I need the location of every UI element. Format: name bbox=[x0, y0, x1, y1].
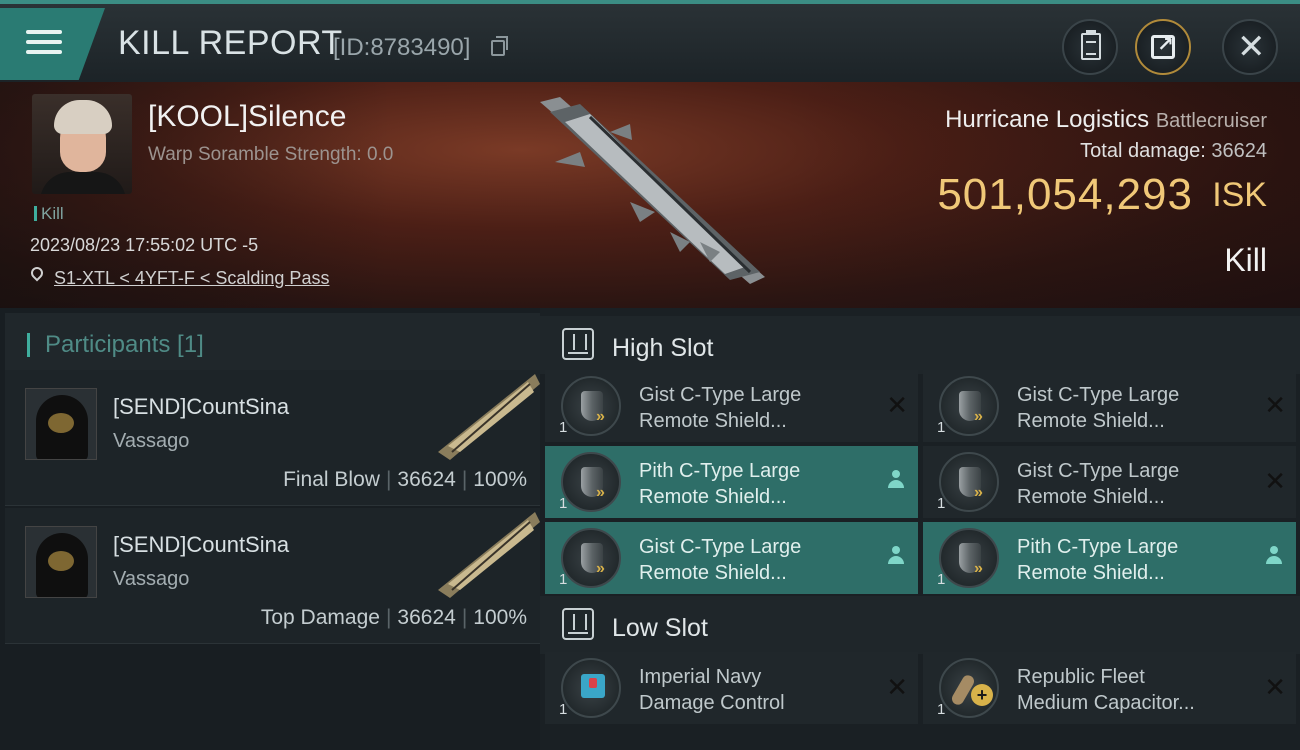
participant-name[interactable]: [SEND]CountSina bbox=[113, 532, 289, 558]
module-name: Pith C-Type Large Remote Shield... bbox=[1017, 536, 1179, 584]
participant-row[interactable]: [SEND]CountSina Vassago Top Damage | 36624… bbox=[5, 508, 540, 644]
victim-pilot-name[interactable]: [KOOL]Silence bbox=[148, 100, 346, 134]
share-button[interactable] bbox=[1135, 19, 1191, 75]
close-button[interactable]: ✕ bbox=[1222, 19, 1278, 75]
total-damage-label: Total damage: bbox=[1080, 140, 1206, 162]
participant-role: Top Damage bbox=[260, 606, 380, 629]
kill-location-link[interactable]: S1-XTL < 4YFT-F < Scalding Pass bbox=[54, 268, 329, 289]
shield-booster-icon: » bbox=[561, 452, 621, 512]
module-name: Gist C-Type Large Remote Shield... bbox=[1017, 384, 1180, 432]
module-item[interactable]: » 1 Gist C-Type Large Remote Shield... ✕ bbox=[923, 446, 1296, 518]
participant-avatar[interactable] bbox=[25, 388, 97, 460]
destroyed-x-icon: ✕ bbox=[1264, 466, 1286, 496]
module-item[interactable]: » 1 Gist C-Type Large Remote Shield... ✕ bbox=[923, 370, 1296, 442]
page-title: KILL REPORT bbox=[118, 24, 343, 62]
participants-title: Participants [1] bbox=[45, 331, 204, 358]
low-slot-header: Low Slot bbox=[540, 596, 1300, 654]
participant-avatar[interactable] bbox=[25, 526, 97, 598]
high-slot-icon bbox=[562, 328, 594, 360]
destroyed-x-icon: ✕ bbox=[1264, 390, 1286, 420]
dropped-person-icon bbox=[1266, 546, 1282, 566]
module-name: Imperial Navy Damage Control bbox=[639, 666, 785, 714]
dropped-person-icon bbox=[888, 546, 904, 566]
victim-ship-type[interactable]: Hurricane Logistics Battlecruiser bbox=[945, 106, 1267, 134]
participant-stats: Top Damage | 36624 | 100% bbox=[260, 606, 527, 629]
participant-damage: 36624 bbox=[397, 468, 456, 491]
participant-ship: Vassago bbox=[113, 430, 190, 452]
participant-row[interactable]: [SEND]CountSina Vassago Final Blow | 36624… bbox=[5, 370, 540, 506]
share-icon bbox=[1151, 32, 1175, 59]
victim-summary: [KOOL]Silence Warp Soramble Strength: 0.… bbox=[0, 82, 1300, 308]
copy-icon[interactable] bbox=[491, 36, 508, 56]
destroyed-x-icon: ✕ bbox=[886, 390, 908, 420]
kill-datetime: 2023/08/23 17:55:02 UTC -5 bbox=[30, 235, 259, 255]
participant-percent: 100% bbox=[473, 468, 527, 491]
hamburger-icon bbox=[26, 30, 62, 34]
ship-name: Hurricane Logistics bbox=[945, 106, 1150, 133]
shield-booster-icon: » bbox=[561, 376, 621, 436]
clipboard-icon bbox=[1081, 30, 1101, 60]
module-name: Gist C-Type Large Remote Shield... bbox=[1017, 460, 1180, 508]
module-item[interactable]: + 1 Republic Fleet Medium Capacitor... ✕ bbox=[923, 652, 1296, 724]
participant-ship: Vassago bbox=[113, 568, 190, 590]
module-name: Pith C-Type Large Remote Shield... bbox=[639, 460, 801, 508]
participant-role: Final Blow bbox=[283, 468, 380, 491]
title-bar: KILL REPORT [ID:8783490] ✕ bbox=[0, 0, 1300, 82]
shield-booster-icon: » bbox=[939, 452, 999, 512]
module-quantity: 1 bbox=[937, 571, 946, 588]
total-damage-value: 36624 bbox=[1211, 140, 1267, 162]
participant-damage: 36624 bbox=[397, 606, 456, 629]
isk-unit: ISK bbox=[1212, 176, 1267, 214]
module-quantity: 1 bbox=[559, 571, 568, 588]
victim-ship-image[interactable] bbox=[520, 92, 780, 292]
shield-booster-icon: » bbox=[561, 528, 621, 588]
warp-scramble-strength: Warp Soramble Strength: 0.0 bbox=[148, 144, 394, 165]
location-pin-icon bbox=[28, 264, 46, 282]
module-item[interactable]: » 1 Pith C-Type Large Remote Shield... bbox=[545, 446, 918, 518]
ship-class: Battlecruiser bbox=[1155, 110, 1267, 132]
shield-booster-icon: » bbox=[939, 376, 999, 436]
capacitor-icon: + bbox=[939, 658, 999, 718]
module-quantity: 1 bbox=[559, 419, 568, 436]
clipboard-button[interactable] bbox=[1062, 19, 1118, 75]
participant-ship-image[interactable] bbox=[430, 372, 540, 462]
participant-stats: Final Blow | 36624 | 100% bbox=[283, 468, 527, 491]
fitting-panel: High Slot » 1 Gist C-Type Large Remote Sh… bbox=[540, 308, 1300, 750]
module-name: Republic Fleet Medium Capacitor... bbox=[1017, 666, 1195, 714]
module-quantity: 1 bbox=[937, 419, 946, 436]
close-icon: ✕ bbox=[1237, 28, 1266, 66]
destroyed-x-icon: ✕ bbox=[886, 672, 908, 702]
damage-control-icon bbox=[561, 658, 621, 718]
module-quantity: 1 bbox=[559, 495, 568, 512]
shield-booster-icon: » bbox=[939, 528, 999, 588]
high-slot-title: High Slot bbox=[612, 334, 714, 362]
victim-portrait[interactable] bbox=[32, 94, 132, 194]
destroyed-x-icon: ✕ bbox=[1264, 672, 1286, 702]
isk-value: 501,054,293 bbox=[937, 170, 1193, 219]
module-item[interactable]: » 1 Gist C-Type Large Remote Shield... bbox=[545, 522, 918, 594]
module-quantity: 1 bbox=[937, 495, 946, 512]
high-slot-header: High Slot bbox=[540, 316, 1300, 374]
menu-button[interactable] bbox=[0, 8, 105, 80]
kill-tag: Kill bbox=[34, 204, 64, 224]
module-item[interactable]: » 1 Gist C-Type Large Remote Shield... ✕ bbox=[545, 370, 918, 442]
dropped-person-icon bbox=[888, 470, 904, 490]
module-quantity: 1 bbox=[559, 701, 568, 718]
participants-header: Participants [1] bbox=[5, 313, 540, 371]
low-slot-icon bbox=[562, 608, 594, 640]
module-item[interactable]: » 1 Pith C-Type Large Remote Shield... bbox=[923, 522, 1296, 594]
participant-name[interactable]: [SEND]CountSina bbox=[113, 394, 289, 420]
module-item[interactable]: 1 Imperial Navy Damage Control ✕ bbox=[545, 652, 918, 724]
participants-panel: Participants [1] [SEND]CountSina Vassago… bbox=[0, 308, 540, 750]
module-name: Gist C-Type Large Remote Shield... bbox=[639, 536, 802, 584]
result-label: Kill bbox=[1224, 242, 1267, 278]
low-slot-title: Low Slot bbox=[612, 614, 708, 642]
participant-ship-image[interactable] bbox=[430, 510, 540, 600]
report-id: [ID:8783490] bbox=[333, 34, 471, 61]
participant-percent: 100% bbox=[473, 606, 527, 629]
module-name: Gist C-Type Large Remote Shield... bbox=[639, 384, 802, 432]
module-quantity: 1 bbox=[937, 701, 946, 718]
total-damage: Total damage: 36624 bbox=[1080, 140, 1267, 163]
